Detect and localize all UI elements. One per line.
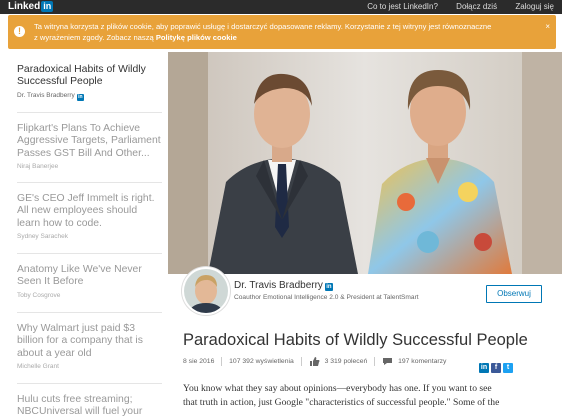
divider — [17, 253, 162, 254]
divider — [17, 383, 162, 384]
linkedin-logo[interactable]: Linked in — [8, 1, 54, 13]
article-date: 8 sie 2016 — [183, 358, 215, 365]
cookie-text-line2: z wyrażeniem zgody. Zobacz naszą — [34, 32, 156, 42]
author-headline: Coauthor Emotional Intelligence 2.0 & Pr… — [234, 294, 419, 301]
article-hero-image — [168, 52, 562, 274]
article-likes[interactable]: 3 319 poleceń — [325, 358, 368, 365]
divider — [17, 112, 162, 113]
author-name: Dr. Travis Bradberry — [17, 91, 75, 99]
article-body-line: You know what they say about opinions—ev… — [183, 383, 492, 394]
twitter-share-icon[interactable]: t — [503, 363, 513, 373]
hero-photo — [168, 52, 562, 274]
sidebar-article[interactable]: Flipkart's Plans To Achieve Aggressive T… — [17, 123, 162, 170]
cookie-policy-link[interactable]: Politykę plików cookie — [156, 33, 237, 42]
article-comments[interactable]: 197 komentarzy — [398, 358, 446, 365]
avatar[interactable] — [182, 267, 230, 315]
linkedin-share-icon[interactable]: in — [479, 363, 489, 373]
divider — [221, 357, 223, 366]
close-icon[interactable]: × — [545, 22, 550, 31]
article-title: Paradoxical Habits of Wildly Successful … — [183, 331, 528, 349]
sidebar-article-author: Michelle Grant — [17, 362, 59, 370]
sidebar-article-author: Toby Cosgrove — [17, 291, 61, 299]
article-body: You know what they say about opinions—ev… — [183, 382, 555, 410]
top-bar: Linked in Co to jest LinkedIn? Dołącz dzi… — [0, 0, 562, 14]
author-name[interactable]: Dr. Travis Bradberry in — [234, 280, 333, 291]
sidebar-article-author: Sydney Sarachek — [17, 232, 68, 240]
related-articles-sidebar: Paradoxical Habits of Wildly Successful … — [0, 50, 168, 417]
divider — [17, 182, 162, 183]
sidebar-article-author: Dr. Travis Bradberry in — [17, 92, 162, 101]
comment-icon[interactable] — [382, 357, 393, 366]
linkedin-influencer-icon: in — [324, 283, 333, 291]
sidebar-article[interactable]: GE's CEO Jeff Immelt is right. All new e… — [17, 193, 162, 240]
article-views: 107 392 wyświetlenia — [229, 358, 294, 365]
thumbs-up-icon[interactable] — [309, 357, 320, 366]
logo-badge: in — [41, 1, 54, 12]
nav-join-today[interactable]: Dołącz dziś — [456, 2, 497, 11]
sidebar-article[interactable]: Paradoxical Habits of Wildly Successful … — [17, 64, 162, 101]
article-body-line: that truth in action, just Google "chara… — [183, 397, 500, 408]
sidebar-article-title[interactable]: Flipkart's Plans To Achieve Aggressive T… — [17, 123, 162, 160]
avatar-photo — [184, 269, 228, 313]
nav-what-is-linkedin[interactable]: Co to jest LinkedIn? — [367, 2, 438, 11]
sidebar-article-title[interactable]: Paradoxical Habits of Wildly Successful … — [17, 64, 162, 89]
top-nav: Co to jest LinkedIn? Dołącz dziś Zaloguj… — [351, 0, 554, 14]
sidebar-article-title[interactable]: GE's CEO Jeff Immelt is right. All new e… — [17, 193, 162, 230]
sidebar-article-title[interactable]: Hulu cuts free streaming; NBCUniversal w… — [17, 394, 162, 419]
sidebar-article[interactable]: Anatomy Like We've Never Seen It Before … — [17, 264, 162, 299]
divider — [300, 357, 302, 366]
cookie-text-line1: Ta witryna korzysta z plików cookie, aby… — [34, 22, 492, 31]
author-card: Dr. Travis Bradberry in Coauthor Emotiona… — [168, 267, 562, 318]
sidebar-article-title[interactable]: Anatomy Like We've Never Seen It Before — [17, 264, 162, 289]
cookie-text: Ta witryna korzysta z plików cookie, aby… — [34, 22, 534, 43]
follow-button[interactable]: Obserwuj — [486, 285, 542, 303]
logo-text: Linked — [8, 1, 41, 12]
facebook-share-icon[interactable]: f — [491, 363, 501, 373]
nav-sign-in[interactable]: Zaloguj się — [515, 2, 554, 11]
sidebar-article[interactable]: Hulu cuts free streaming; NBCUniversal w… — [17, 394, 162, 419]
divider — [17, 312, 162, 313]
sidebar-article-title[interactable]: Why Walmart just paid $3 billion for a c… — [17, 323, 162, 360]
sidebar-article-author: Niraj Banerjee — [17, 162, 59, 170]
divider — [374, 357, 376, 366]
linkedin-influencer-icon: in — [76, 93, 84, 101]
sidebar-article[interactable]: Why Walmart just paid $3 billion for a c… — [17, 323, 162, 370]
author-name-text[interactable]: Dr. Travis Bradberry — [234, 280, 323, 291]
warning-icon: ! — [14, 26, 25, 37]
share-buttons: in f t — [479, 356, 515, 374]
cookie-banner: ! Ta witryna korzysta z plików cookie, a… — [8, 15, 556, 49]
